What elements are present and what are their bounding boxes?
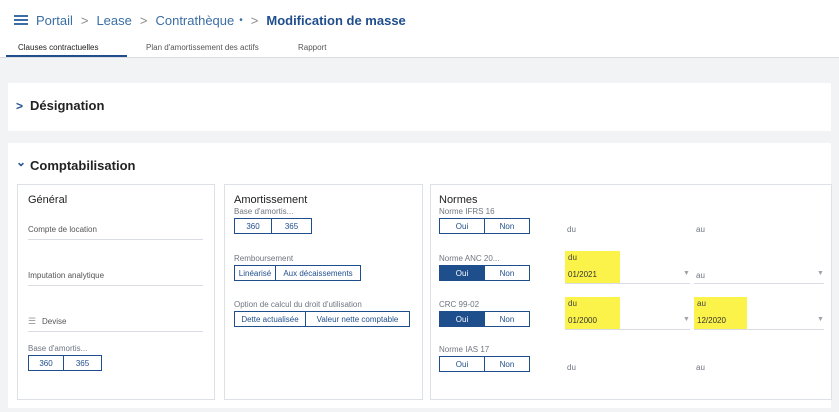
amortissement-card: Amortissement Base d'amortis... 360 365 … (224, 184, 423, 400)
breadcrumb-lease[interactable]: Lease (96, 13, 131, 28)
general-base-toggle: 360 365 (28, 355, 102, 371)
tab-clauses-contractuelles[interactable]: Clauses contractuelles (18, 43, 98, 52)
imputation-analytique-field[interactable]: Imputation analytique (28, 271, 104, 280)
linearise-button[interactable]: Linéarisé (235, 266, 276, 280)
comptabilisation-title: Comptabilisation (30, 158, 136, 173)
normes-card: Normes Norme IFRS 16 Oui Non du au Norme… (430, 184, 832, 400)
crc-du-dropdown-icon[interactable]: ▼ (683, 316, 690, 323)
option-calcul-label: Option de calcul du droit d'utilisation (234, 300, 362, 309)
ias17-oui-button[interactable]: Oui (440, 357, 485, 371)
amort-base-365-button[interactable]: 365 (272, 219, 311, 233)
amortissement-title: Amortissement (234, 194, 308, 206)
crc-du-underline (565, 329, 690, 330)
base-amortis-label: Base d'amortis... (28, 344, 88, 353)
ifrs16-non-button[interactable]: Non (485, 219, 529, 233)
norme-ifrs16-label: Norme IFRS 16 (439, 207, 495, 216)
imputation-analytique-underline (28, 285, 203, 286)
base-360-button[interactable]: 360 (29, 356, 64, 370)
anc-du-underline (565, 283, 690, 284)
amort-base-toggle: 360 365 (234, 218, 312, 234)
amort-base-label: Base d'amortis... (234, 207, 294, 216)
breadcrumb-bar: Portail > Lease > Contrathèque • > Modif… (0, 0, 839, 40)
chevron-right-icon: > (16, 99, 24, 113)
ias17-du-field[interactable]: du (567, 363, 576, 372)
crc-oui-button[interactable]: Oui (440, 312, 485, 326)
ias17-toggle: Oui Non (439, 356, 530, 372)
general-card: Général Compte de location Imputation an… (17, 184, 215, 400)
designation-section[interactable]: > Désignation (8, 83, 831, 131)
crc-au-value[interactable]: 12/2020 (697, 316, 726, 325)
anc-du-dropdown-icon[interactable]: ▼ (683, 270, 690, 277)
valeur-nette-comptable-button[interactable]: Valeur nette comptable (306, 312, 409, 326)
chevron-down-icon[interactable]: ⌄ (16, 155, 26, 169)
ifrs16-au-field[interactable]: au (696, 225, 705, 234)
tab-bar: Clauses contractuelles Plan d'amortissem… (0, 40, 839, 58)
dette-actualisee-button[interactable]: Dette actualisée (235, 312, 306, 326)
tab-plan-amortissement[interactable]: Plan d'amortissement des actifs (146, 43, 259, 52)
compte-location-field[interactable]: Compte de location (28, 225, 97, 234)
base-365-button[interactable]: 365 (64, 356, 101, 370)
crc-au-dropdown-icon[interactable]: ▼ (817, 316, 824, 323)
crc-du-value[interactable]: 01/2000 (568, 316, 597, 325)
crc-au-label: au (697, 299, 706, 308)
comptabilisation-section: ⌄ Comptabilisation Général Compte de loc… (8, 143, 832, 408)
devise-field[interactable]: Devise (42, 317, 66, 326)
general-title: Général (28, 194, 68, 206)
breadcrumb-separator: > (250, 12, 259, 28)
tab-rapport[interactable]: Rapport (298, 43, 326, 52)
breadcrumb-contratheque[interactable]: Contrathèque (155, 13, 234, 28)
ifrs16-du-field[interactable]: du (567, 225, 576, 234)
breadcrumb-current-page: Modification de masse (266, 12, 406, 28)
breadcrumb-separator: > (139, 12, 148, 28)
anc-au-underline (694, 283, 824, 284)
ifrs16-toggle: Oui Non (439, 218, 530, 234)
option-calcul-toggle: Dette actualisée Valeur nette comptable (234, 311, 410, 327)
compte-location-underline (28, 239, 203, 240)
norme-ias17-label: Norme IAS 17 (439, 345, 490, 354)
crc-toggle: Oui Non (439, 311, 530, 327)
ifrs16-oui-button[interactable]: Oui (440, 219, 485, 233)
breadcrumb-portail[interactable]: Portail (36, 13, 73, 28)
breadcrumb-separator: > (80, 12, 89, 28)
anc-oui-button[interactable]: Oui (440, 266, 485, 280)
ias17-non-button[interactable]: Non (485, 357, 529, 371)
coins-icon: ☰ (28, 316, 37, 326)
crc-non-button[interactable]: Non (485, 312, 529, 326)
anc-au-field[interactable]: au (696, 271, 705, 280)
anc-toggle: Oui Non (439, 265, 530, 281)
remboursement-toggle: Linéarisé Aux décaissements (234, 265, 361, 281)
amort-base-360-button[interactable]: 360 (235, 219, 272, 233)
hamburger-menu-icon[interactable] (14, 15, 28, 25)
anc-non-button[interactable]: Non (485, 266, 529, 280)
devise-underline (28, 331, 203, 332)
norme-anc-label: Norme ANC 20... (439, 254, 500, 263)
crc-du-label: du (568, 299, 577, 308)
anc-au-dropdown-icon[interactable]: ▼ (817, 270, 824, 277)
breadcrumb-dropdown-dot-icon[interactable]: • (239, 15, 243, 26)
active-tab-indicator (6, 55, 127, 57)
anc-du-value[interactable]: 01/2021 (568, 270, 597, 279)
crc-au-underline (694, 329, 824, 330)
anc-du-label: du (568, 253, 577, 262)
ias17-au-field[interactable]: au (696, 363, 705, 372)
crc-label: CRC 99-02 (439, 300, 480, 309)
normes-title: Normes (439, 194, 478, 206)
remboursement-label: Remboursement (234, 254, 294, 263)
aux-decaissements-button[interactable]: Aux décaissements (276, 266, 360, 280)
designation-title: Désignation (30, 98, 105, 113)
